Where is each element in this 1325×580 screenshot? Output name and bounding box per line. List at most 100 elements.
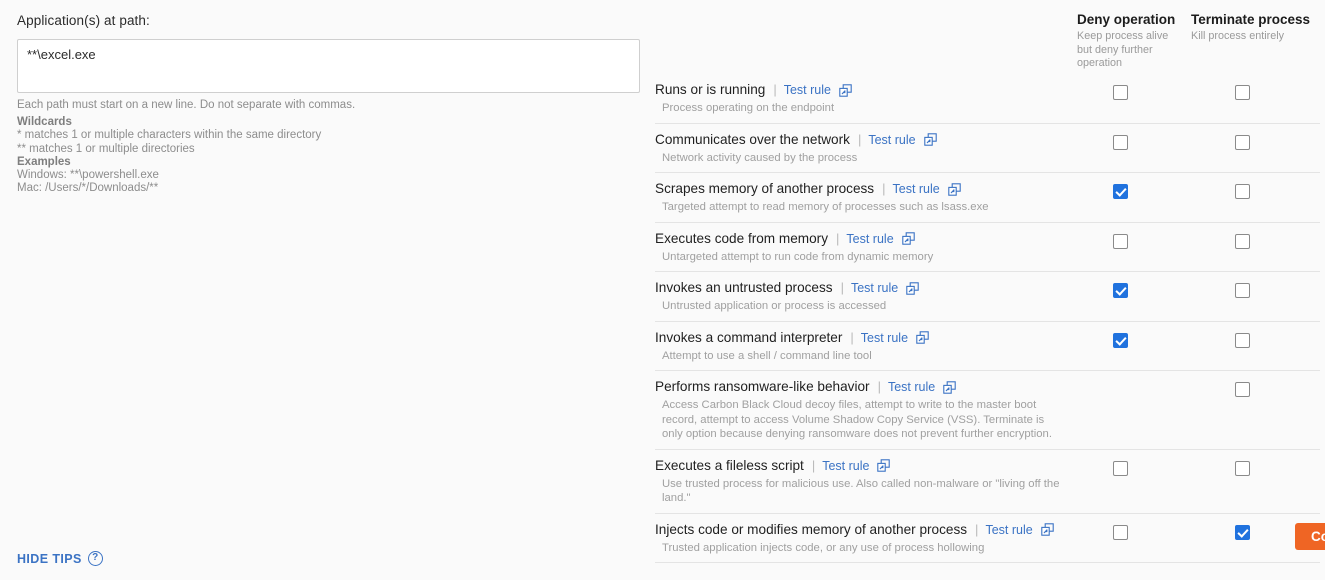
popout-icon (923, 133, 937, 146)
checkbox-terminate-process[interactable] (1235, 134, 1250, 150)
checkbox-terminate-process[interactable] (1235, 85, 1250, 100)
rule-title-line: Executes code from memory | Test rule (655, 231, 1320, 247)
open-in-new-window-button[interactable] (1040, 523, 1054, 536)
checkbox-terminate-process[interactable] (1235, 283, 1250, 298)
checkbox-deny-operation[interactable] (1113, 283, 1128, 298)
checkbox-deny-operation[interactable] (1113, 460, 1128, 476)
rule-separator: | (773, 82, 777, 97)
open-in-new-window-button[interactable] (839, 83, 852, 97)
rule-title: Executes code from memory (655, 230, 829, 246)
checkbox-terminate-process-cell (1235, 134, 1255, 155)
test-rule-link[interactable]: Test rule (846, 231, 893, 247)
checkbox-deny-operation[interactable] (1113, 524, 1128, 540)
rule-title: Invokes a command interpreter (655, 329, 843, 345)
rule-title-line: Executes a fileless script | Test rule (655, 458, 1320, 474)
checkbox-terminate-process[interactable] (1235, 332, 1250, 348)
open-in-new-window-button[interactable] (901, 232, 915, 245)
checkbox-deny-operation-cell (1113, 283, 1133, 303)
checkbox-terminate-process[interactable] (1235, 460, 1250, 476)
checkbox-terminate-process-cell (1235, 460, 1255, 481)
rule-separator: | (811, 457, 816, 473)
checkbox-deny-operation[interactable] (1113, 184, 1128, 199)
rule-separator: | (975, 521, 979, 537)
rule-description: Access Carbon Black Cloud decoy files, a… (662, 399, 1052, 440)
popout-icon (916, 331, 929, 344)
rule-title: Runs or is running (655, 82, 766, 97)
popout-icon (948, 182, 961, 196)
tips-block: Each path must start on a new line. Do n… (17, 99, 355, 195)
open-in-new-window-button[interactable] (877, 459, 891, 472)
open-in-new-window-button[interactable] (923, 133, 937, 146)
rule-row: Invokes a command interpreter | Test rule A… (655, 320, 1320, 371)
column-header-deny-operation: Deny operation Keep process alive but de… (1077, 12, 1182, 71)
rule-separator: | (836, 230, 840, 246)
rule-title-line: Injects code or modifies memory of anoth… (655, 522, 1320, 538)
rule-title: Scrapes memory of another process (655, 181, 875, 196)
rule-separator: | (877, 379, 881, 394)
checkbox-terminate-process-cell (1235, 283, 1255, 303)
checkbox-deny-operation[interactable] (1113, 85, 1128, 100)
path-input[interactable] (17, 39, 640, 93)
column-subtitle-deny: Keep process alive but deny further oper… (1077, 30, 1169, 69)
help-icon[interactable]: ? (87, 551, 103, 566)
popout-icon (1040, 523, 1054, 536)
rule-description: Trusted application injects code, or any… (662, 541, 985, 554)
confirm-button[interactable]: Confirm (1295, 523, 1325, 550)
column-subtitle-terminate: Kill process entirely (1191, 30, 1285, 42)
rule-separator: | (882, 181, 886, 196)
checkbox-terminate-process[interactable] (1235, 524, 1250, 540)
test-rule-link[interactable]: Test rule (784, 82, 831, 98)
checkbox-terminate-process-cell (1235, 85, 1255, 105)
checkbox-terminate-process[interactable] (1235, 233, 1250, 249)
columns-header: Deny operation Keep process alive but de… (640, 12, 1325, 74)
rule-title-line: Invokes an untrusted process | Test rule (655, 280, 1320, 296)
column-title-terminate: Terminate process (1191, 12, 1311, 27)
test-rule-link[interactable]: Test rule (851, 280, 898, 296)
rule-row: Invokes an untrusted process | Test rule Un… (655, 271, 1320, 321)
rule-row: Executes a fileless script | Test rule Use … (655, 448, 1320, 513)
rule-row: Performs ransomware-like behavior | Test r… (655, 370, 1320, 449)
test-rule-link[interactable]: Test rule (893, 181, 940, 197)
checkbox-deny-operation-cell (1113, 85, 1133, 105)
rule-row: Communicates over the network | Test rule N… (655, 122, 1320, 173)
tips-note: Each path must start on a new line. Do n… (17, 99, 356, 111)
rule-title-line: Performs ransomware-like behavior | Test r… (655, 379, 1320, 395)
test-rule-link[interactable]: Test rule (822, 458, 869, 474)
tips-wildcard-double: ** matches 1 or multiple directories (17, 142, 195, 155)
test-rule-link[interactable]: Test rule (985, 522, 1032, 538)
checkbox-terminate-process-cell (1235, 184, 1255, 204)
tips-wildcard-single: * matches 1 or multiple characters withi… (17, 129, 322, 142)
rule-row: Injects code or modifies memory of anoth… (655, 512, 1320, 563)
checkbox-terminate-process-cell (1235, 524, 1255, 545)
popout-icon (943, 380, 956, 394)
tips-examples-heading: Examples (17, 155, 71, 168)
open-in-new-window-button[interactable] (948, 182, 961, 196)
rule-row: Executes code from memory | Test rule Untar… (655, 221, 1320, 272)
column-header-terminate-process: Terminate process Kill process entirely (1191, 12, 1311, 44)
test-rule-link[interactable]: Test rule (861, 330, 908, 346)
rule-title-line: Communicates over the network | Test rule (655, 132, 1320, 148)
hide-tips-label: HIDE TIPS (17, 551, 82, 566)
checkbox-deny-operation[interactable] (1113, 332, 1128, 348)
rule-separator: | (840, 280, 844, 295)
test-rule-link[interactable]: Test rule (888, 379, 935, 395)
test-rule-link[interactable]: Test rule (868, 132, 915, 148)
path-label: Application(s) at path: (17, 13, 150, 28)
checkbox-terminate-process[interactable] (1235, 184, 1250, 199)
open-in-new-window-button[interactable] (943, 380, 956, 394)
path-configuration-panel: Application(s) at path: Each path must s… (0, 0, 640, 580)
checkbox-terminate-process[interactable] (1235, 382, 1250, 397)
rule-title: Executes a fileless script (655, 457, 804, 473)
checkbox-deny-operation[interactable] (1113, 134, 1128, 150)
rule-description: Untrusted application or process is acce… (662, 300, 887, 312)
checkbox-deny-operation[interactable] (1113, 233, 1128, 249)
checkbox-deny-operation-cell (1113, 382, 1133, 402)
open-in-new-window-button[interactable] (916, 331, 929, 344)
rule-description: Targeted attempt to read memory of proce… (662, 201, 989, 213)
rule-description: Use trusted process for malicious use. A… (662, 477, 1060, 505)
application-behavior-rules-panel: Application(s) at path: Each path must s… (0, 0, 1325, 580)
open-in-new-window-button[interactable] (906, 281, 919, 295)
hide-tips-button[interactable]: HIDE TIPS ? (17, 551, 103, 566)
rule-title: Injects code or modifies memory of anoth… (655, 521, 968, 537)
rule-title: Communicates over the network (655, 131, 850, 147)
